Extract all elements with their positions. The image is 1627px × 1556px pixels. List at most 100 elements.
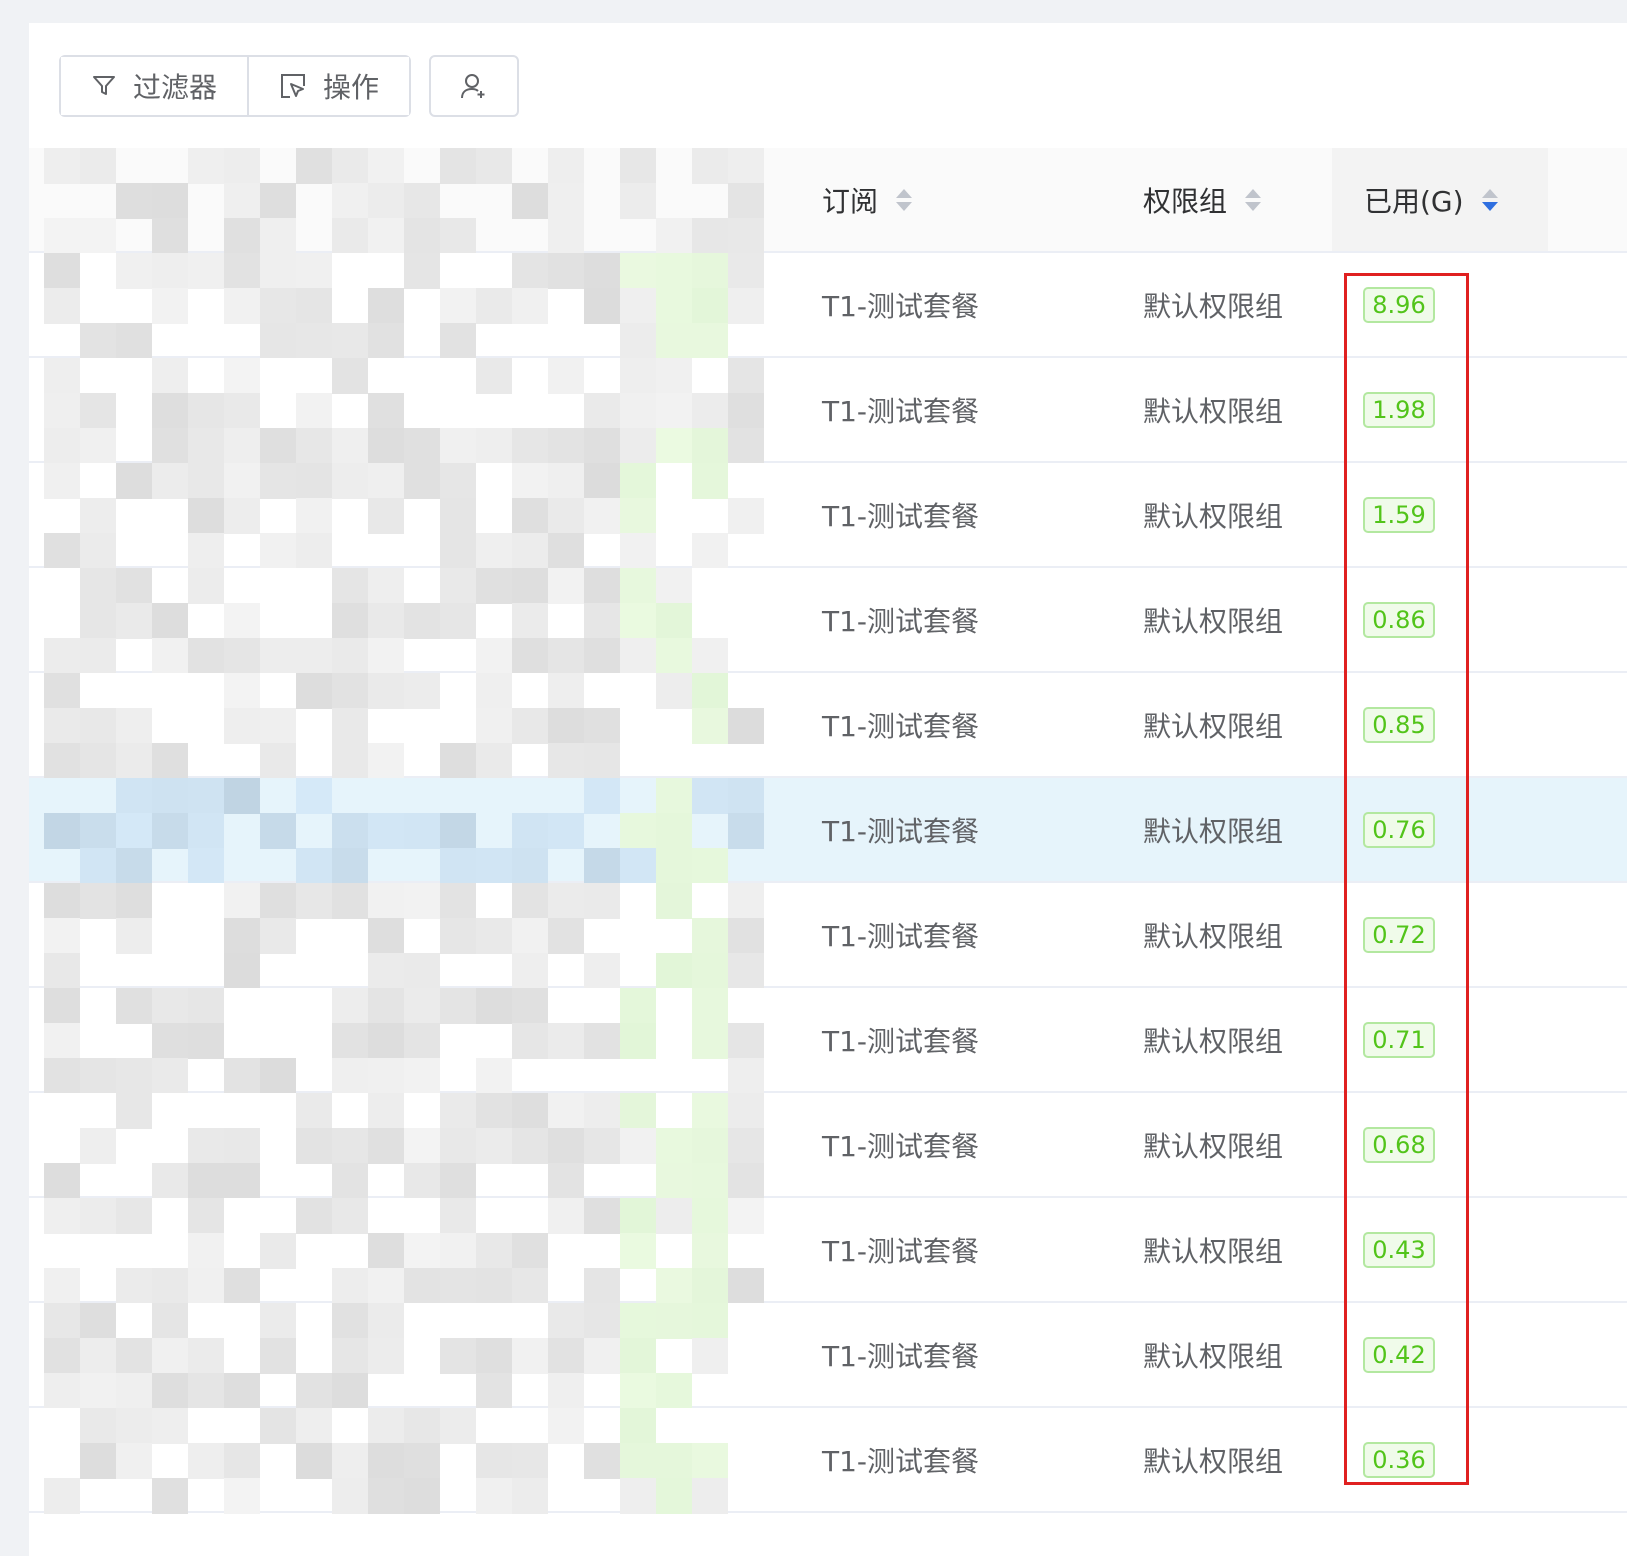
- table-row[interactable]: T1-测试套餐 默认权限组 0.76: [29, 778, 1627, 884]
- mosaic-block: [332, 883, 368, 919]
- cell-subscription: T1-测试套餐: [822, 1234, 980, 1268]
- mosaic-block: [332, 603, 368, 639]
- mosaic-block: [224, 148, 260, 184]
- mosaic-block: [368, 638, 404, 674]
- mosaic-block: [44, 1023, 80, 1059]
- mosaic-block: [80, 1198, 116, 1234]
- table-row[interactable]: T1-测试套餐 默认权限组 0.68: [29, 1093, 1627, 1199]
- mosaic-block: [548, 428, 584, 464]
- mosaic-block: [728, 813, 764, 849]
- mosaic-block: [404, 1163, 440, 1199]
- table-row[interactable]: T1-测试套餐 默认权限组 1.98: [29, 358, 1627, 464]
- mosaic-block: [656, 1198, 692, 1234]
- table-row[interactable]: T1-测试套餐 默认权限组 0.71: [29, 988, 1627, 1094]
- mosaic-block: [512, 253, 548, 289]
- blurred-user-info: [44, 778, 769, 884]
- mosaic-block: [620, 358, 656, 394]
- mosaic-block: [44, 533, 80, 569]
- mosaic-block: [584, 848, 620, 884]
- mosaic-block: [476, 918, 512, 954]
- mosaic-block: [476, 1128, 512, 1164]
- mosaic-block: [296, 1128, 332, 1164]
- column-header-used[interactable]: 已用(G): [1332, 148, 1548, 251]
- used-tag: 0.76: [1363, 811, 1435, 848]
- table-row[interactable]: T1-测试套餐 默认权限组 0.85: [29, 673, 1627, 779]
- mosaic-block: [80, 323, 116, 359]
- mosaic-block: [692, 533, 728, 569]
- mosaic-block: [152, 988, 188, 1024]
- mosaic-block: [728, 953, 764, 989]
- mosaic-block: [44, 953, 80, 989]
- cell-used: 0.85: [1363, 673, 1435, 776]
- mosaic-block: [656, 1373, 692, 1409]
- mosaic-block: [404, 883, 440, 919]
- mosaic-block: [656, 813, 692, 849]
- table-row[interactable]: T1-测试套餐 默认权限组 1.59: [29, 463, 1627, 569]
- mosaic-block: [548, 1408, 584, 1444]
- mosaic-block: [584, 743, 620, 779]
- mosaic-block: [620, 393, 656, 429]
- mosaic-block: [152, 778, 188, 814]
- mosaic-block: [548, 568, 584, 604]
- action-button[interactable]: 操作: [247, 57, 410, 115]
- table-row[interactable]: T1-测试套餐 默认权限组 0.36: [29, 1408, 1627, 1514]
- mosaic-block: [512, 463, 548, 499]
- mosaic-block: [116, 708, 152, 744]
- mosaic-block: [260, 813, 296, 849]
- sort-caret-icon[interactable]: [1481, 188, 1498, 211]
- mosaic-block: [296, 778, 332, 814]
- mosaic-block: [620, 1128, 656, 1164]
- cell-subscription: T1-测试套餐: [822, 814, 980, 848]
- mosaic-block: [548, 533, 584, 569]
- used-tag: 0.68: [1363, 1126, 1435, 1163]
- mosaic-block: [224, 883, 260, 919]
- mosaic-block: [548, 883, 584, 919]
- table-row[interactable]: T1-测试套餐 默认权限组 0.86: [29, 568, 1627, 674]
- sort-caret-icon[interactable]: [896, 188, 913, 211]
- mosaic-block: [404, 813, 440, 849]
- cell-used: 8.96: [1363, 253, 1435, 356]
- mosaic-block: [692, 1303, 728, 1339]
- mosaic-block: [332, 1268, 368, 1304]
- mosaic-block: [584, 778, 620, 814]
- mosaic-block: [440, 1408, 476, 1444]
- mosaic-block: [692, 218, 728, 254]
- mosaic-block: [476, 708, 512, 744]
- table-row[interactable]: T1-测试套餐 默认权限组 0.42: [29, 1303, 1627, 1409]
- mosaic-block: [476, 988, 512, 1024]
- mosaic-block: [296, 253, 332, 289]
- mosaic-block: [548, 918, 584, 954]
- mosaic-block: [224, 1443, 260, 1479]
- mosaic-block: [224, 953, 260, 989]
- cell-permission-group: 默认权限组: [1143, 1444, 1284, 1478]
- mosaic-block: [620, 463, 656, 499]
- column-header-subscription[interactable]: 订阅: [822, 148, 913, 251]
- mosaic-block: [188, 1163, 224, 1199]
- mosaic-block: [620, 428, 656, 464]
- mosaic-block: [152, 1058, 188, 1094]
- mosaic-block: [188, 638, 224, 674]
- mosaic-block: [728, 218, 764, 254]
- mosaic-block: [332, 323, 368, 359]
- add-user-button[interactable]: [429, 55, 519, 117]
- mosaic-block: [260, 533, 296, 569]
- column-header-permission-group[interactable]: 权限组: [1143, 148, 1262, 251]
- sort-caret-icon[interactable]: [1245, 188, 1262, 211]
- mosaic-block: [188, 778, 224, 814]
- mosaic-block: [368, 1478, 404, 1514]
- mosaic-block: [728, 1023, 764, 1059]
- table-row[interactable]: T1-测试套餐 默认权限组 0.72: [29, 883, 1627, 989]
- mosaic-block: [440, 463, 476, 499]
- blurred-user-info: [44, 988, 769, 1094]
- filter-button[interactable]: 过滤器: [61, 57, 248, 115]
- mosaic-block: [116, 883, 152, 919]
- table-row[interactable]: T1-测试套餐 默认权限组 0.43: [29, 1198, 1627, 1304]
- mosaic-block: [620, 603, 656, 639]
- mosaic-block: [440, 498, 476, 534]
- mosaic-block: [80, 1303, 116, 1339]
- blurred-user-info: [44, 1198, 769, 1304]
- mosaic-block: [152, 463, 188, 499]
- cell-permission-group: 默认权限组: [1143, 604, 1284, 638]
- table-row[interactable]: T1-测试套餐 默认权限组 8.96: [29, 253, 1627, 359]
- mosaic-block: [152, 1268, 188, 1304]
